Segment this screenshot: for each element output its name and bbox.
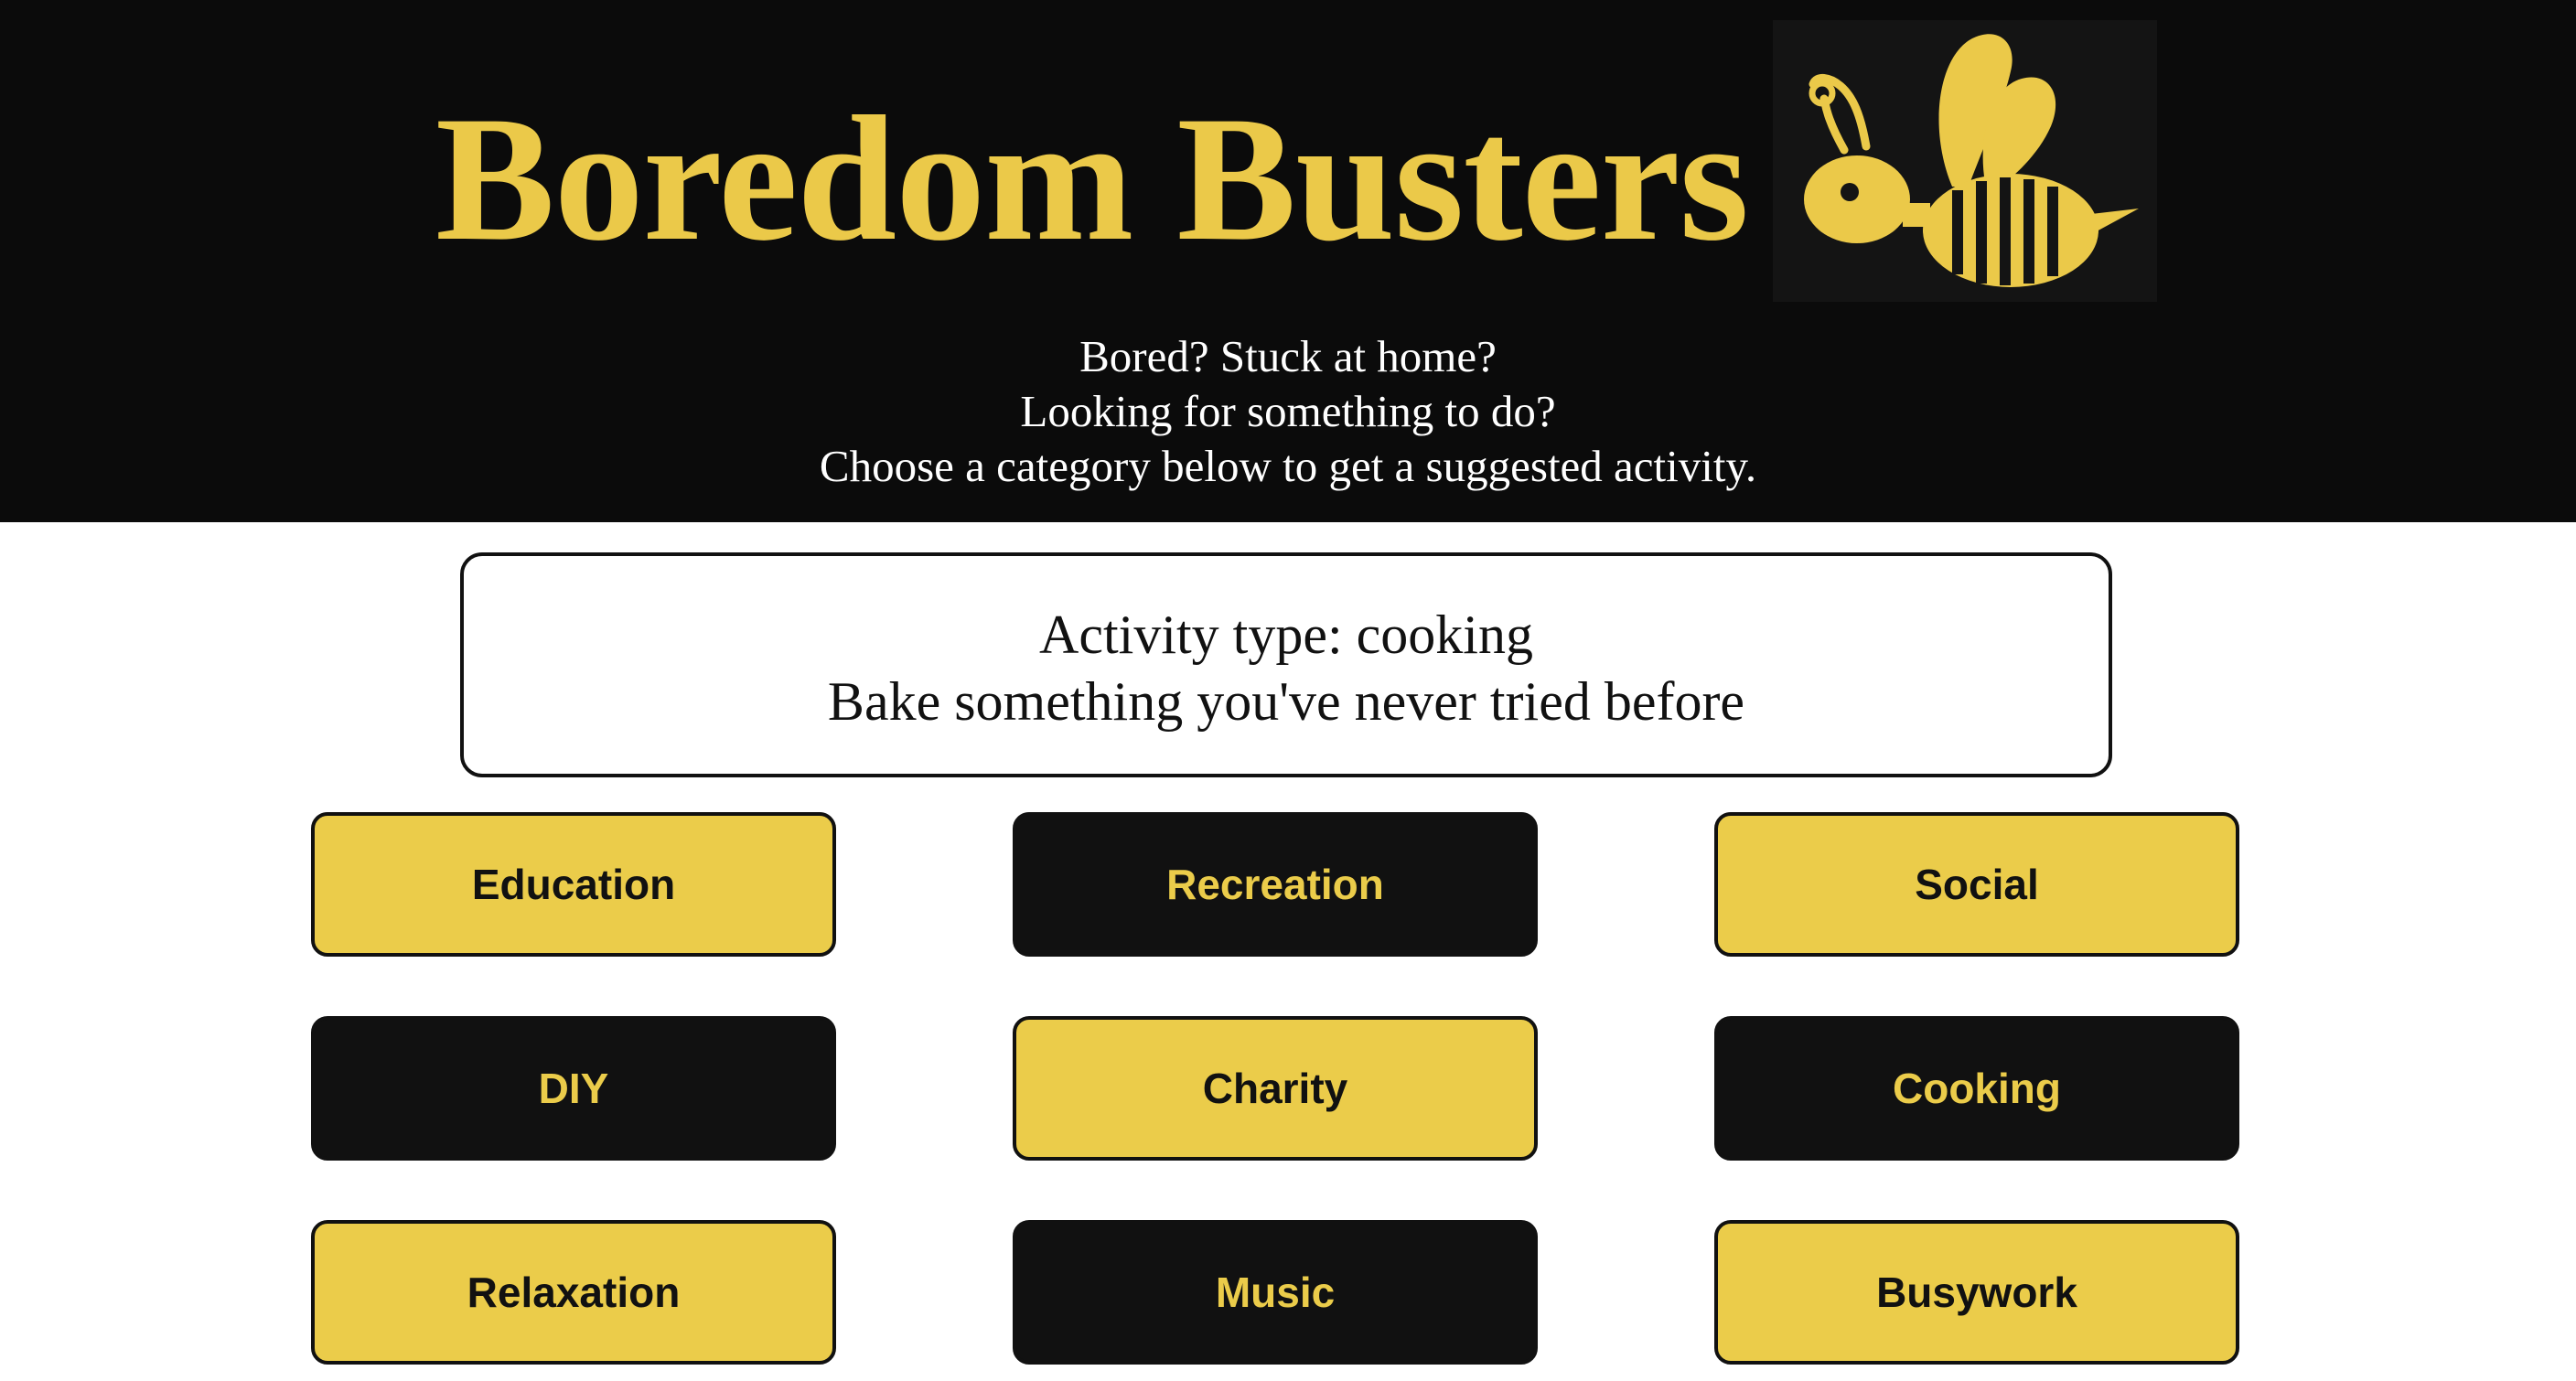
tagline-line-3: Choose a category below to get a suggest… [819,441,1757,491]
category-button-charity[interactable]: Charity [1013,1016,1538,1161]
category-button-busywork[interactable]: Busywork [1714,1220,2239,1365]
tagline-line-1: Bored? Stuck at home? [1079,331,1497,381]
category-button-cooking[interactable]: Cooking [1714,1016,2239,1161]
site-header: Boredom Busters Bored? Stuck at home? Lo… [0,0,2576,522]
category-button-relaxation[interactable]: Relaxation [311,1220,836,1365]
tagline: Bored? Stuck at home? Looking for someth… [0,329,2576,494]
activity-result-box: Activity type: cooking Bake something yo… [460,552,2112,777]
category-button-diy[interactable]: DIY [311,1016,836,1161]
category-button-education[interactable]: Education [311,812,836,957]
category-button-recreation[interactable]: Recreation [1013,812,1538,957]
activity-type: Activity type: cooking [1039,605,1533,665]
tagline-line-2: Looking for something to do? [1020,386,1556,436]
category-button-music[interactable]: Music [1013,1220,1538,1365]
category-button-social[interactable]: Social [1714,812,2239,957]
bee-icon [1773,20,2157,302]
activity-suggestion: Bake something you've never tried before [827,671,1745,732]
page-title: Boredom Busters [435,80,1749,278]
